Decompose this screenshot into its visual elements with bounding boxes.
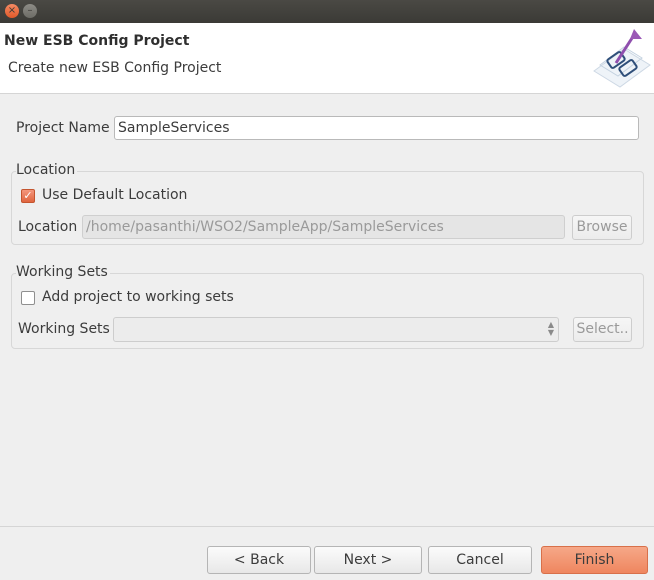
wizard-header: New ESB Config Project Create new ESB Co… [0,23,654,94]
back-button[interactable]: < Back [207,546,311,574]
location-group-title: Location [16,162,78,178]
working-sets-group-title: Working Sets [16,264,110,280]
location-label: Location [18,219,78,235]
next-button[interactable]: Next > [314,546,422,574]
use-default-location-label[interactable]: Use Default Location [42,187,187,203]
use-default-location-checkbox[interactable]: ✓ [21,189,35,203]
add-to-working-sets-label[interactable]: Add project to working sets [42,289,234,305]
finish-button[interactable]: Finish [541,546,648,574]
minimize-icon[interactable]: – [23,4,37,18]
window-titlebar: × – [0,0,654,23]
working-sets-select[interactable]: ▲ ▼ [113,317,559,342]
page-title: New ESB Config Project [4,33,190,49]
location-input [82,215,565,239]
working-sets-label: Working Sets [18,321,110,337]
add-to-working-sets-checkbox[interactable] [21,291,35,305]
page-subtitle: Create new ESB Config Project [8,60,222,76]
wizard-banner-icon [593,29,651,88]
spinner-arrows-icon: ▲ ▼ [547,320,554,337]
cancel-button[interactable]: Cancel [428,546,532,574]
project-name-label: Project Name [16,120,110,136]
close-icon[interactable]: × [5,4,19,18]
browse-button[interactable]: Browse [572,215,632,240]
select-working-sets-button[interactable]: Select.. [573,317,632,342]
project-name-input[interactable] [114,116,639,140]
footer-divider [0,526,654,527]
